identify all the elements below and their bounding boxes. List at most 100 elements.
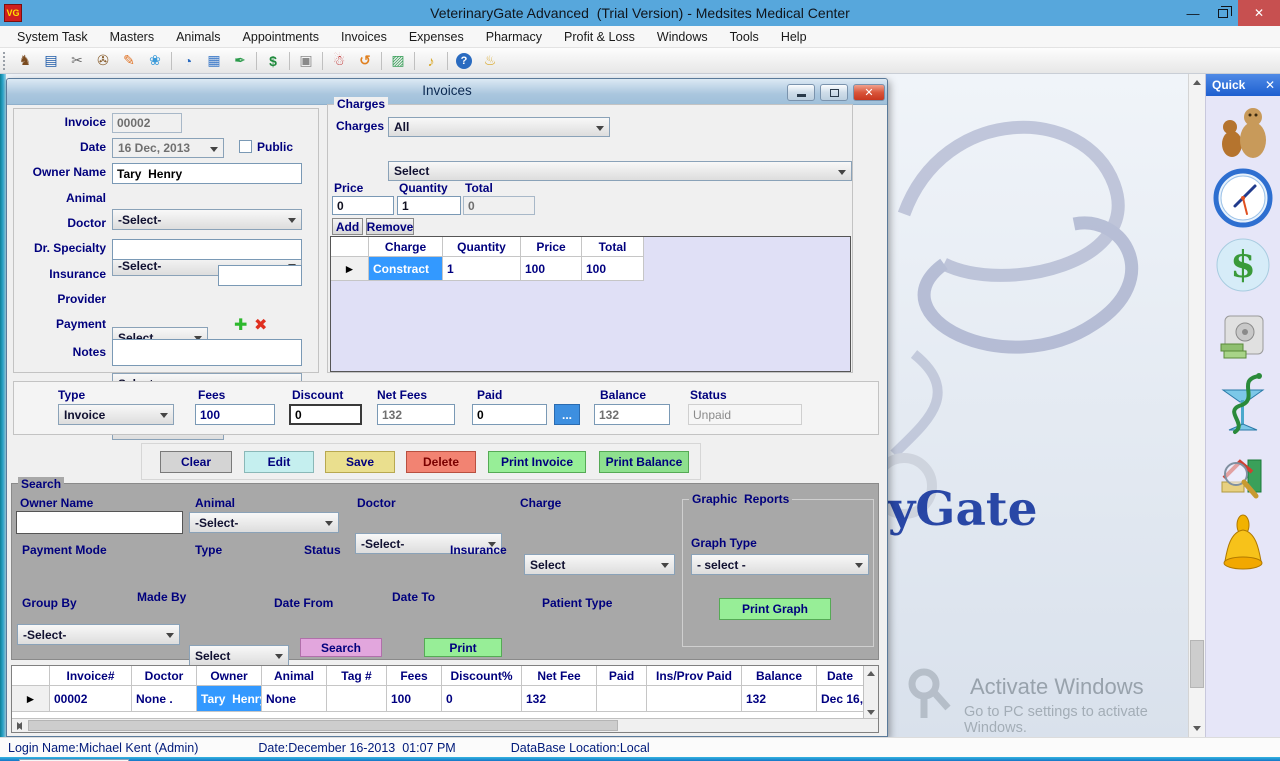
close-button[interactable]: ✕ (1238, 0, 1280, 26)
results-cell-discount[interactable]: 0 (442, 686, 522, 712)
owner-name-input[interactable]: Tary Henry (112, 163, 302, 184)
results-header-netfee[interactable]: Net Fee (522, 666, 597, 686)
menu-invoices[interactable]: Invoices (330, 30, 398, 44)
delete-button[interactable]: Delete (406, 451, 476, 473)
menu-profit-loss[interactable]: Profit & Loss (553, 30, 646, 44)
search-animal-dropdown[interactable]: -Select- (189, 512, 339, 533)
edit-button[interactable]: Edit (244, 451, 314, 473)
inventory-icon[interactable]: ▣ (293, 51, 319, 71)
results-row[interactable]: ► 00002 None . Tary Henry None 100 0 132… (12, 686, 878, 712)
notes-input[interactable] (112, 339, 302, 366)
results-cell-doctor[interactable]: None . (132, 686, 197, 712)
quick-panel-close-icon[interactable]: ✕ (1265, 78, 1275, 92)
results-cell-animal[interactable]: None (262, 686, 327, 712)
charges-cell-total[interactable]: 100 (582, 257, 644, 281)
results-header-tag[interactable]: Tag # (327, 666, 387, 686)
specialty-input[interactable] (112, 239, 302, 260)
add-payment-icon[interactable]: ✚ (234, 315, 247, 335)
results-header-animal[interactable]: Animal (262, 666, 327, 686)
bell-icon[interactable] (1218, 514, 1268, 576)
restore-button[interactable] (1208, 3, 1238, 23)
child-restore-button[interactable] (820, 84, 848, 101)
insurance-number-input[interactable] (218, 265, 302, 286)
doctor-icon[interactable]: ❀ (142, 51, 168, 71)
charges-cell-charge[interactable]: Constract (369, 257, 443, 281)
price-input[interactable]: 0 (332, 196, 394, 215)
quantity-input[interactable]: 1 (397, 196, 461, 215)
invoice-date-dropdown[interactable]: 16 Dec, 2013 (112, 138, 224, 158)
backup-icon[interactable]: ↺ (352, 51, 378, 71)
search-owner-input[interactable] (17, 512, 182, 533)
type-dropdown[interactable]: Invoice (58, 404, 174, 425)
charges-grid-row[interactable]: ► Constract 1 100 100 (331, 257, 850, 281)
menu-windows[interactable]: Windows (646, 30, 719, 44)
graph-search-icon[interactable] (1216, 452, 1270, 504)
scroll-up-arrow[interactable] (864, 666, 878, 680)
public-checkbox[interactable] (239, 140, 252, 153)
animal-dropdown[interactable]: -Select- (112, 209, 302, 230)
results-cell-owner[interactable]: Tary Henry (197, 686, 262, 712)
clock-icon[interactable] (1213, 168, 1273, 228)
search-button[interactable]: Search (300, 638, 382, 657)
menu-appointments[interactable]: Appointments (232, 30, 330, 44)
charge-category-dropdown[interactable]: All (388, 117, 610, 137)
print-graph-button[interactable]: Print Graph (719, 598, 831, 620)
menu-tools[interactable]: Tools (719, 30, 770, 44)
print-invoice-button[interactable]: Print Invoice (488, 451, 586, 473)
search-charge-dropdown[interactable]: Select (524, 554, 675, 575)
results-cell-invoice[interactable]: 00002 (50, 686, 132, 712)
search-type-dropdown[interactable]: Select (189, 645, 289, 666)
scroll-right-arrow[interactable] (12, 719, 26, 732)
scrollbar-thumb[interactable] (28, 720, 618, 731)
paid-more-button[interactable]: ... (554, 404, 580, 425)
charges-grid-header-quantity[interactable]: Quantity (443, 237, 521, 257)
scroll-down-arrow[interactable] (1189, 720, 1205, 737)
charges-cell-quantity[interactable]: 1 (443, 257, 521, 281)
results-vertical-scrollbar[interactable] (863, 666, 878, 719)
results-cell-balance[interactable]: 132 (742, 686, 817, 712)
menu-animals[interactable]: Animals (165, 30, 231, 44)
vaccination-icon[interactable]: ✇ (90, 51, 116, 71)
results-cell-insprov[interactable] (647, 686, 742, 712)
results-header-date[interactable]: Date (817, 666, 864, 686)
results-header-insprov[interactable]: Ins/Prov Paid (647, 666, 742, 686)
results-header-fees[interactable]: Fees (387, 666, 442, 686)
pharmacy-icon[interactable] (1215, 370, 1271, 438)
discount-field[interactable]: 0 (289, 404, 362, 425)
menu-masters[interactable]: Masters (99, 30, 165, 44)
safe-icon[interactable] (1217, 312, 1269, 364)
prescription-icon[interactable]: ✎ (116, 51, 142, 71)
results-header-balance[interactable]: Balance (742, 666, 817, 686)
results-header-doctor[interactable]: Doctor (132, 666, 197, 686)
child-close-button[interactable]: ✕ (853, 84, 885, 101)
print-button[interactable]: Print (424, 638, 502, 657)
menu-expenses[interactable]: Expenses (398, 30, 475, 44)
holiday-icon[interactable]: ☃ (326, 51, 352, 71)
alerts-icon[interactable]: ♪ (418, 51, 444, 71)
print-balance-button[interactable]: Print Balance (599, 451, 689, 473)
clear-button[interactable]: Clear (160, 451, 232, 473)
charges-cell-price[interactable]: 100 (521, 257, 582, 281)
scroll-up-arrow[interactable] (1189, 74, 1205, 91)
reports-icon[interactable]: ▨ (385, 51, 411, 71)
remove-charge-button[interactable]: Remove (366, 218, 414, 235)
minimize-button[interactable]: — (1178, 3, 1208, 23)
finance-icon[interactable]: $ (1214, 236, 1272, 294)
save-button[interactable]: Save (325, 451, 395, 473)
child-minimize-button[interactable] (787, 84, 815, 101)
results-cell-paid[interactable] (597, 686, 647, 712)
scroll-down-arrow[interactable] (864, 705, 878, 719)
results-header-paid[interactable]: Paid (597, 666, 647, 686)
add-charge-button[interactable]: Add (332, 218, 363, 235)
menu-pharmacy[interactable]: Pharmacy (475, 30, 553, 44)
animal-records-icon[interactable]: ▤ (38, 51, 64, 71)
charges-grid-header-price[interactable]: Price (521, 237, 582, 257)
results-header-invoice[interactable]: Invoice# (50, 666, 132, 686)
animals-icon[interactable]: ♞ (12, 51, 38, 71)
graph-type-dropdown[interactable]: - select - (691, 554, 869, 575)
payment-mode-dropdown[interactable]: -Select- (17, 624, 180, 645)
menu-system-task[interactable]: System Task (6, 30, 99, 44)
delete-payment-icon[interactable]: ✖ (254, 315, 267, 335)
results-cell-date[interactable]: Dec 16, 20 (817, 686, 864, 712)
grooming-icon[interactable]: ✂ (64, 51, 90, 71)
